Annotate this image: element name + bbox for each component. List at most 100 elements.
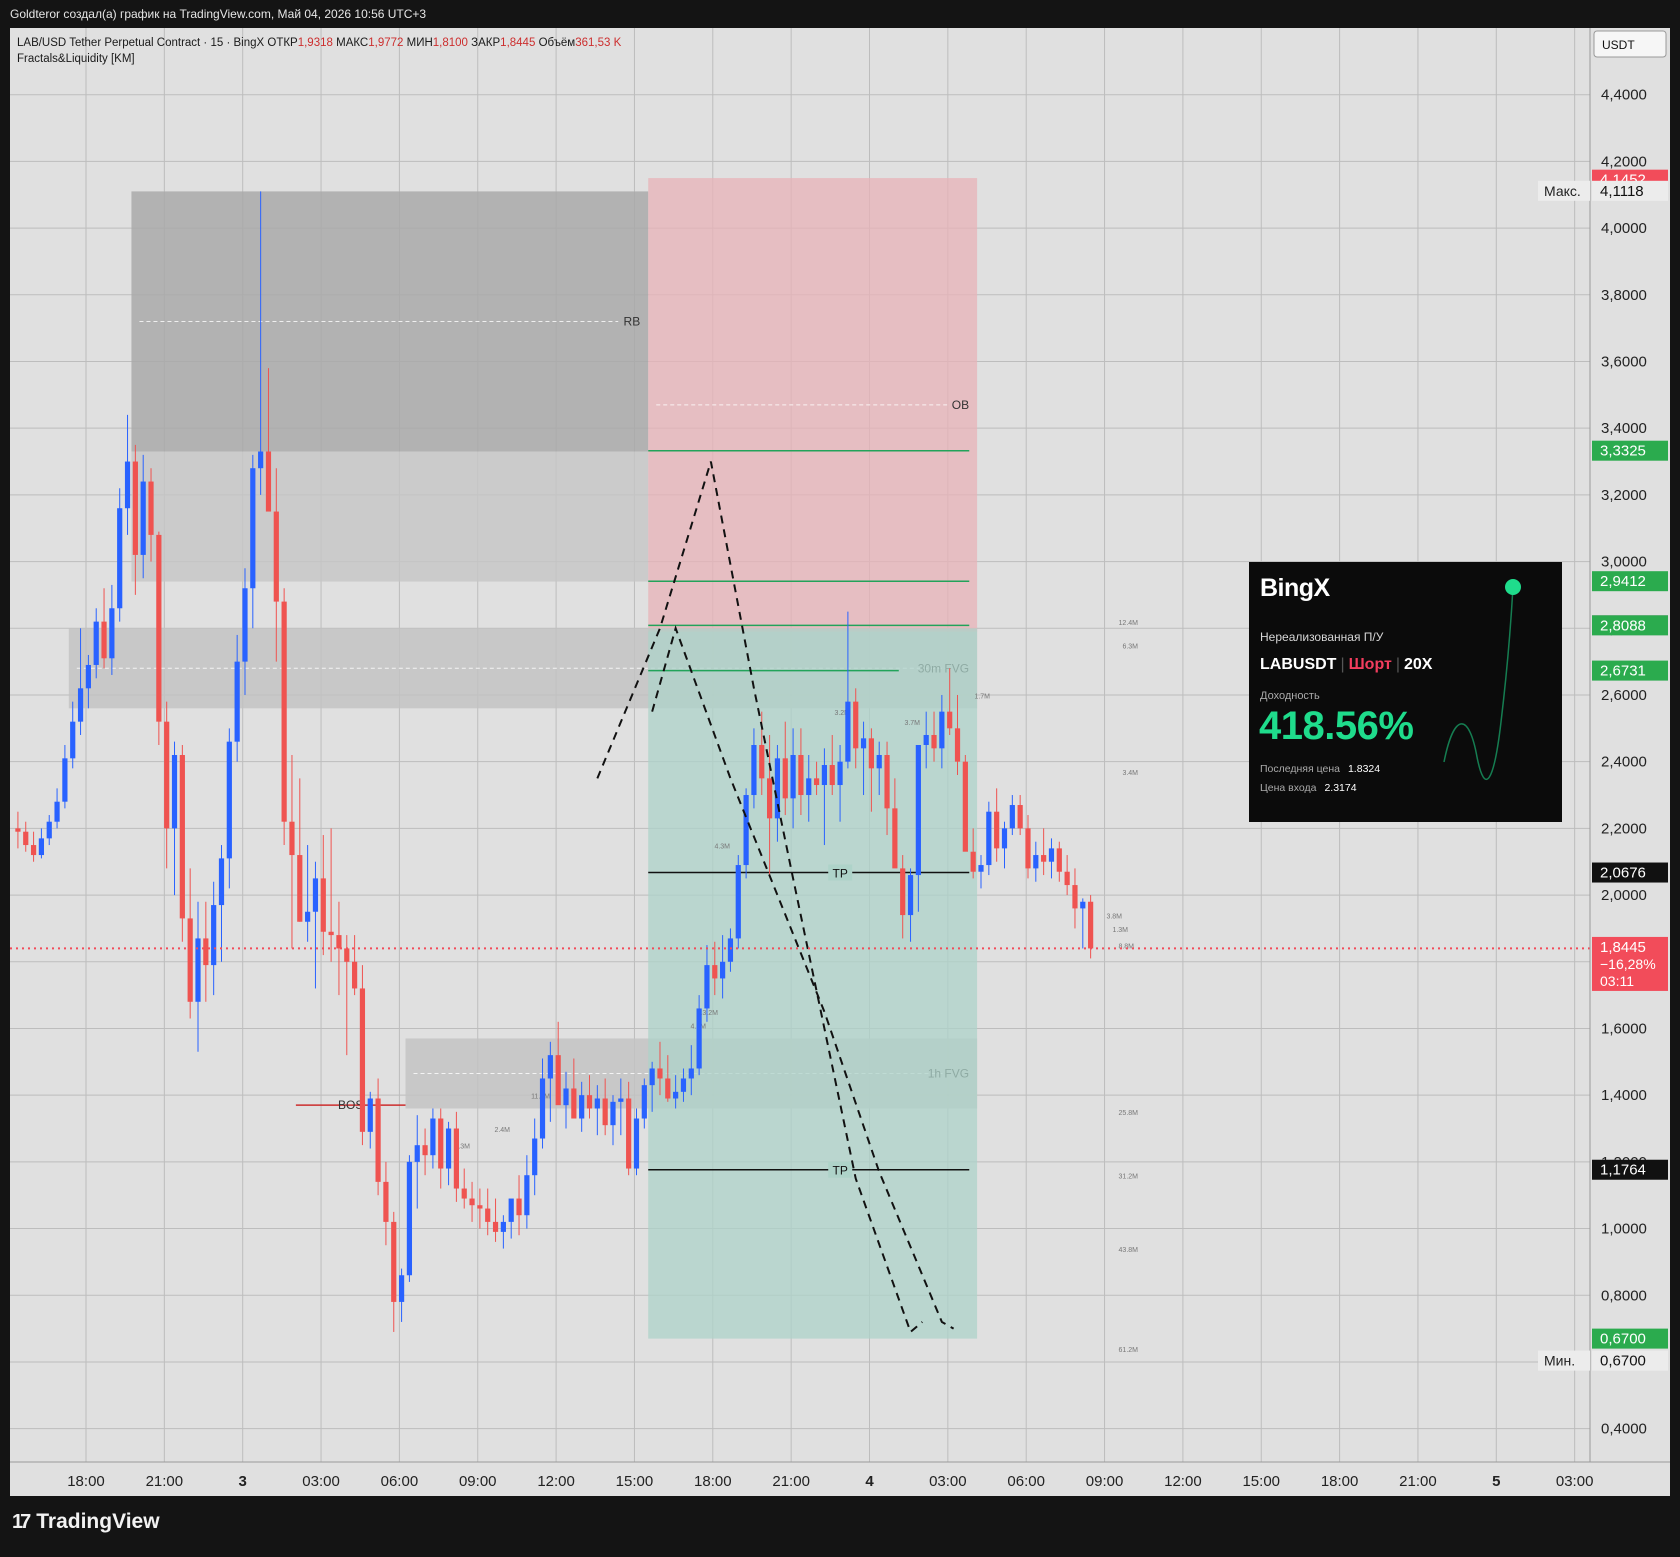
price-tick: 2,0000 <box>1601 887 1647 904</box>
liquidity-tag: 1.7M <box>974 693 990 700</box>
time-tick: 21:00 <box>1399 1473 1437 1490</box>
candle-body <box>712 965 718 979</box>
price-label-extra: 03:11 <box>1600 973 1634 989</box>
candle-body <box>1072 885 1078 909</box>
currency-label: USDT <box>1602 38 1635 52</box>
candle-body <box>422 1145 428 1156</box>
last-price-row: Последняя цена 1.8324 <box>1260 763 1381 775</box>
yield-value: 418.56% <box>1259 704 1414 748</box>
price-axis <box>1590 28 1670 1462</box>
candle-body <box>923 734 929 745</box>
currency-button[interactable]: USDT <box>1593 30 1667 58</box>
candle <box>164 701 170 869</box>
candle-body <box>226 741 232 859</box>
legend-indicator[interactable]: Fractals&Liquidity [KM] <box>17 51 621 67</box>
candle <box>203 901 209 1002</box>
candle-body <box>187 918 193 1002</box>
candle-body <box>704 965 710 1009</box>
price-tag: Мин. <box>1544 1353 1575 1369</box>
legend-symbol[interactable]: LAB/USD Tether Perpetual Contract · 15 ·… <box>17 37 264 49</box>
time-tick: 5 <box>1492 1473 1500 1490</box>
time-tick: 12:00 <box>537 1473 575 1490</box>
price-label: 1,1764 <box>1600 1162 1646 1179</box>
candle <box>735 855 741 949</box>
candle-body <box>93 621 99 665</box>
candle-body <box>947 711 953 729</box>
candle-body <box>798 755 804 796</box>
candle-body <box>15 828 21 832</box>
zone-gray-dark <box>131 191 649 452</box>
candle <box>23 821 29 852</box>
time-tick: 03:00 <box>302 1473 340 1490</box>
candle-body <box>579 1095 585 1119</box>
candle-body <box>336 935 342 949</box>
entry-price-row: Цена входа 2.3174 <box>1260 782 1357 794</box>
candle <box>461 1168 467 1209</box>
candle-body <box>85 664 91 689</box>
candle-body <box>829 765 835 786</box>
candle-body <box>1025 828 1031 869</box>
candle <box>492 1198 499 1242</box>
candle <box>250 454 256 629</box>
candle-body <box>876 755 882 769</box>
candle-body <box>242 588 248 662</box>
candle <box>305 845 311 942</box>
candle <box>70 701 76 769</box>
position-leverage: 20X <box>1404 656 1433 673</box>
candle-body <box>1048 848 1055 862</box>
price-tick: 2,6000 <box>1601 687 1647 704</box>
entry-price-value: 2.3174 <box>1324 782 1357 794</box>
candle-body <box>915 745 921 876</box>
price-tag: Макс. <box>1544 183 1581 199</box>
candle-body <box>383 1181 389 1222</box>
candle-body <box>641 1085 647 1119</box>
candle-body <box>179 755 185 919</box>
candle-body <box>782 758 788 799</box>
candle-body <box>688 1068 694 1079</box>
time-tick: 18:00 <box>1321 1473 1359 1490</box>
tp-label: TP <box>833 1164 848 1178</box>
candle-body <box>586 1095 593 1109</box>
candle-body <box>38 838 45 856</box>
price-tick: 2,2000 <box>1601 820 1647 837</box>
time-tick: 3 <box>239 1473 247 1490</box>
price-tick: 1,6000 <box>1601 1020 1647 1037</box>
candle <box>30 831 37 862</box>
candle <box>994 788 1000 862</box>
candle <box>508 1198 514 1239</box>
candle-body <box>907 875 914 916</box>
candle-body <box>547 1055 553 1079</box>
candle-body <box>312 878 319 912</box>
liquidity-tag: 31.2M <box>1119 1174 1139 1181</box>
candle-body <box>931 734 937 749</box>
candle <box>15 811 21 849</box>
candle-body <box>211 905 217 966</box>
candle <box>218 845 225 962</box>
price-tick: 4,2000 <box>1601 153 1647 170</box>
candle-body <box>218 858 225 906</box>
candle-body <box>171 755 178 829</box>
candle <box>1064 855 1070 896</box>
tp-label: TP <box>833 867 848 881</box>
candle <box>641 1078 647 1129</box>
zone-gray-light <box>131 451 649 582</box>
candle-body <box>806 778 812 796</box>
candle-body <box>853 701 859 749</box>
price-label: 2,9412 <box>1600 573 1646 590</box>
candle-body <box>539 1078 546 1139</box>
price-tick: 0,4000 <box>1601 1421 1647 1438</box>
legend-line: LAB/USD Tether Perpetual Contract · 15 ·… <box>17 37 622 49</box>
candle-body <box>500 1221 506 1232</box>
candle-body <box>673 1091 679 1099</box>
position-info: LABUSDT | Шорт | 20X <box>1260 656 1433 673</box>
price-label: 2,6731 <box>1600 663 1646 680</box>
time-tick: 15:00 <box>616 1473 654 1490</box>
yield-label: Доходность <box>1260 690 1320 702</box>
candle <box>367 1091 373 1149</box>
legend-volume: 361,53 K <box>575 37 622 49</box>
candle <box>1072 868 1078 929</box>
candle <box>156 531 162 745</box>
candle-body <box>790 755 796 799</box>
candle-body <box>633 1118 640 1169</box>
candle <box>46 815 52 846</box>
